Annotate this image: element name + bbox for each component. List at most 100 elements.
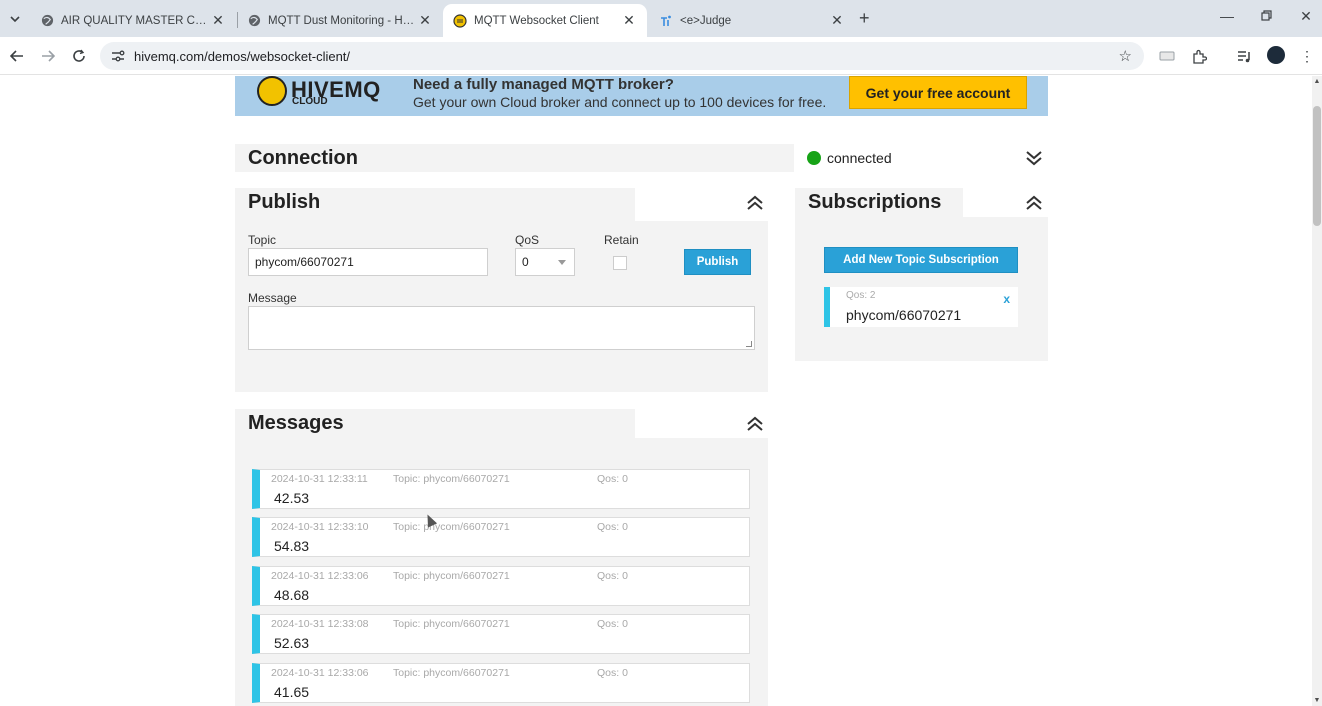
close-icon: ✕ xyxy=(1300,8,1312,24)
tab-search-button[interactable] xyxy=(6,10,24,28)
page-content: HIVEMQ CLOUD Need a fully managed MQTT b… xyxy=(0,76,1312,706)
close-icon[interactable]: ✕ xyxy=(417,12,433,29)
tab-dust-monitoring[interactable]: MQTT Dust Monitoring - Hallo ✕ xyxy=(237,4,443,37)
tab-air-quality[interactable]: AIR QUALITY MASTER CHECKIN ✕ xyxy=(30,4,236,37)
extension-badge-icon xyxy=(1159,51,1175,61)
message-item[interactable]: 2024-10-31 12:33:06 Topic: phycom/660702… xyxy=(252,566,750,606)
page-scrollbar[interactable]: ▲ ▼ xyxy=(1312,76,1322,706)
arrow-left-icon xyxy=(10,50,23,62)
forward-button[interactable] xyxy=(38,46,58,66)
subscription-qos: Qos: 2 xyxy=(846,290,876,301)
minimize-button[interactable]: — xyxy=(1217,8,1237,24)
message-payload: 42.53 xyxy=(274,490,310,506)
close-window-button[interactable]: ✕ xyxy=(1296,8,1316,25)
restore-button[interactable] xyxy=(1256,8,1276,24)
message-timestamp: 2024-10-31 12:33:08 xyxy=(271,618,369,630)
message-topic: Topic: phycom/66070271 xyxy=(393,618,510,630)
message-topic: Topic: phycom/66070271 xyxy=(393,667,510,679)
publish-header: Publish xyxy=(235,188,635,217)
logo-subtext: CLOUD xyxy=(292,96,328,107)
close-icon[interactable]: ✕ xyxy=(829,12,845,29)
new-tab-button[interactable]: + xyxy=(859,8,870,29)
site-settings-icon[interactable] xyxy=(110,48,126,64)
close-icon[interactable]: ✕ xyxy=(210,12,226,29)
close-icon[interactable]: ✕ xyxy=(621,12,637,29)
message-timestamp: 2024-10-31 12:33:11 xyxy=(271,473,368,485)
add-subscription-button[interactable]: Add New Topic Subscription xyxy=(824,247,1018,273)
collapse-subscriptions-icon[interactable] xyxy=(1025,194,1043,212)
globe-icon xyxy=(40,14,54,28)
back-button[interactable] xyxy=(7,46,27,66)
reload-icon xyxy=(73,49,85,62)
browser-menu-button[interactable]: ⋮ xyxy=(1297,46,1317,66)
scroll-down-icon[interactable]: ▼ xyxy=(1313,697,1321,704)
extension-button[interactable] xyxy=(1157,46,1177,66)
topic-input[interactable]: phycom/66070271 xyxy=(248,248,488,276)
topic-label: Topic xyxy=(248,233,277,247)
free-account-button[interactable]: Get your free account xyxy=(849,76,1027,109)
tab-label: MQTT Dust Monitoring - Hallo xyxy=(268,14,417,27)
scroll-thumb[interactable] xyxy=(1313,106,1321,226)
profile-avatar[interactable] xyxy=(1267,46,1285,64)
banner-title: Need a fully managed MQTT broker? xyxy=(413,76,674,93)
section-title: Connection xyxy=(248,146,358,169)
section-title: Subscriptions xyxy=(808,191,942,213)
expand-connection-icon[interactable] xyxy=(1025,149,1043,167)
collapse-messages-icon[interactable] xyxy=(746,415,764,433)
message-item[interactable]: 2024-10-31 12:33:06 Topic: phycom/660702… xyxy=(252,663,750,703)
section-title: Messages xyxy=(248,412,344,434)
resize-grip-icon[interactable] xyxy=(746,341,752,347)
chevron-down-icon xyxy=(10,16,20,23)
collapse-publish-icon[interactable] xyxy=(746,194,764,212)
message-qos: Qos: 0 xyxy=(597,521,628,533)
message-item[interactable]: 2024-10-31 12:33:10 Topic: phycom/660702… xyxy=(252,517,750,557)
status-dot-icon xyxy=(807,151,821,165)
url-text: hivemq.com/demos/websocket-client/ xyxy=(134,49,351,64)
message-topic: Topic: phycom/66070271 xyxy=(393,521,510,533)
messages-header: Messages xyxy=(235,409,635,438)
restore-icon xyxy=(1260,10,1272,21)
extensions-button[interactable] xyxy=(1189,46,1209,66)
message-qos: Qos: 0 xyxy=(597,667,628,679)
unsubscribe-button[interactable]: x xyxy=(1003,292,1010,306)
retain-checkbox[interactable] xyxy=(613,256,627,270)
message-item[interactable]: 2024-10-31 12:33:11 Topic: phycom/660702… xyxy=(252,469,750,509)
bookmark-star-icon[interactable]: ☆ xyxy=(1119,47,1132,65)
message-topic: Topic: phycom/66070271 xyxy=(393,473,510,485)
tab-judge[interactable]: <e>Judge ✕ xyxy=(649,4,855,37)
panel-notch xyxy=(635,217,768,221)
globe-icon xyxy=(247,14,261,28)
status-text: connected xyxy=(827,150,892,166)
message-item[interactable]: 2024-10-31 12:33:08 Topic: phycom/660702… xyxy=(252,614,750,654)
message-textarea[interactable] xyxy=(248,306,755,350)
qos-value: 0 xyxy=(522,255,529,269)
section-title: Publish xyxy=(248,191,321,213)
arrow-right-icon xyxy=(42,50,55,62)
publish-button[interactable]: Publish xyxy=(684,249,751,275)
message-payload: 48.68 xyxy=(274,587,310,603)
message-topic: Topic: phycom/66070271 xyxy=(393,570,510,582)
message-qos: Qos: 0 xyxy=(597,473,628,485)
tab-websocket-client[interactable]: MQTT Websocket Client ✕ xyxy=(443,4,647,37)
subscription-topic: phycom/66070271 xyxy=(846,307,962,323)
qos-select[interactable]: 0 xyxy=(515,248,575,276)
message-payload: 54.83 xyxy=(274,538,310,554)
message-payload: 41.65 xyxy=(274,684,310,700)
banner-subtitle: Get your own Cloud broker and connect up… xyxy=(413,94,827,110)
message-timestamp: 2024-10-31 12:33:06 xyxy=(271,570,369,582)
media-queue-icon xyxy=(1237,50,1250,62)
retain-label: Retain xyxy=(604,233,639,247)
scroll-up-icon[interactable]: ▲ xyxy=(1313,78,1321,85)
connection-header[interactable]: Connection xyxy=(235,144,794,172)
subscription-item[interactable]: Qos: 2 phycom/66070271 x xyxy=(824,287,1018,327)
media-controls-button[interactable] xyxy=(1234,46,1254,66)
tab-strip: AIR QUALITY MASTER CHECKIN ✕ MQTT Dust M… xyxy=(0,0,1322,37)
tab-label: AIR QUALITY MASTER CHECKIN xyxy=(61,14,210,27)
message-payload: 52.63 xyxy=(274,635,310,651)
reload-button[interactable] xyxy=(69,46,89,66)
subscriptions-header: Subscriptions xyxy=(795,188,963,217)
caret-down-icon xyxy=(558,260,566,265)
connection-status: connected xyxy=(807,150,892,166)
address-bar[interactable]: hivemq.com/demos/websocket-client/ ☆ xyxy=(100,42,1144,70)
message-timestamp: 2024-10-31 12:33:10 xyxy=(271,521,369,533)
